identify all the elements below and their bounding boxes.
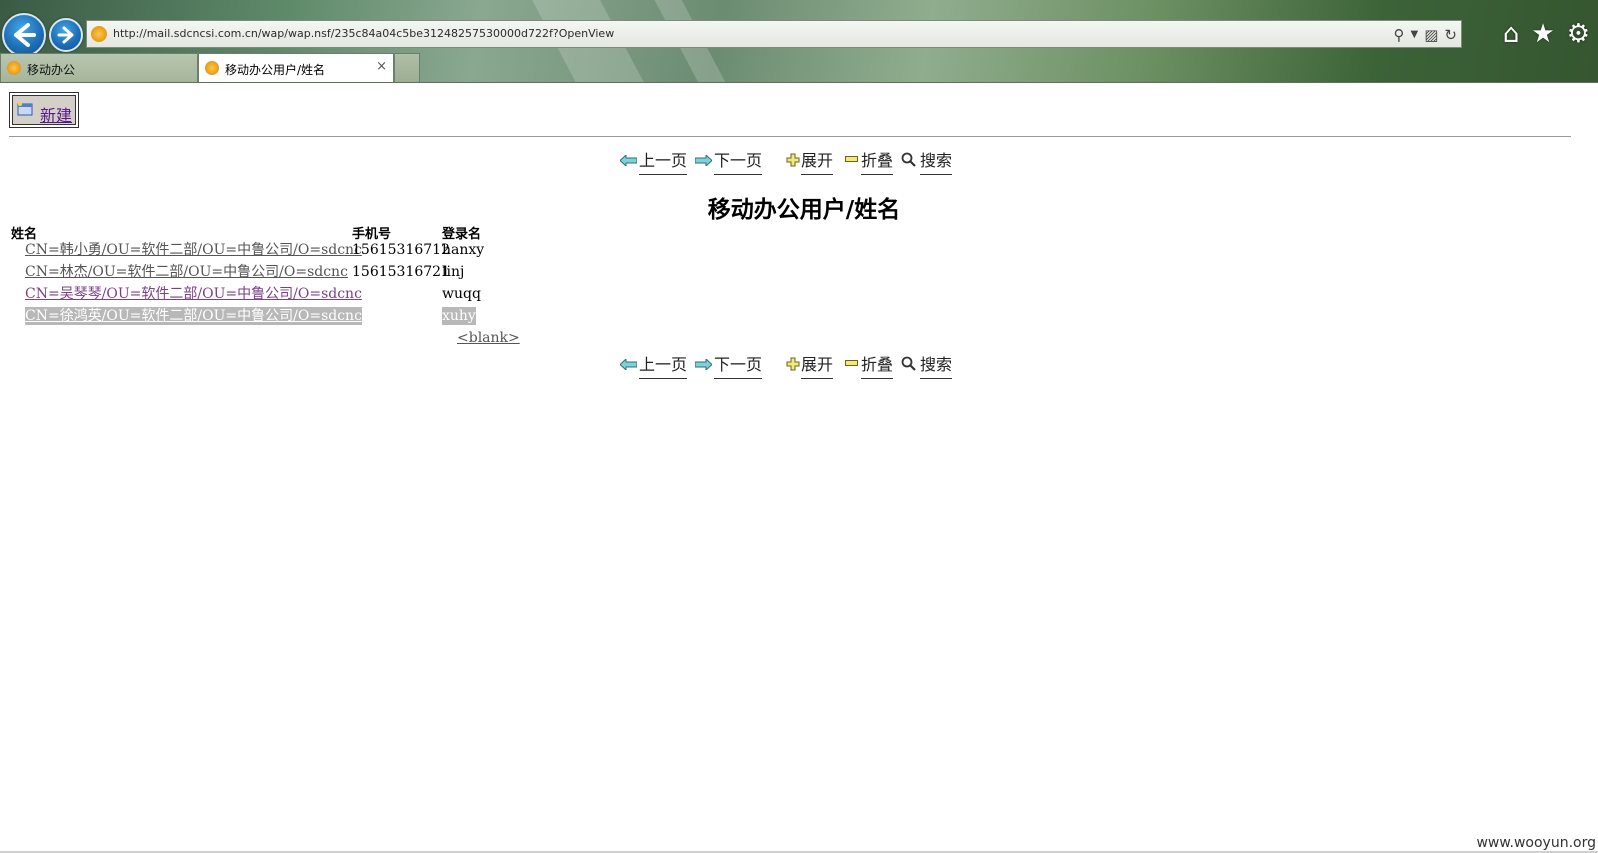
home-icon[interactable]: ⌂ (1503, 20, 1520, 48)
tab-label: 移动办公用户/姓名 (225, 63, 326, 77)
browser-chrome: http://mail.sdcncsi.com.cn/wap/wap.nsf/2… (0, 0, 1598, 83)
user-name-link[interactable]: CN=徐鸿英/OU=软件二部/OU=中鲁公司/O=sdcnc (25, 307, 362, 325)
new-button-label: 新建 (40, 106, 73, 125)
browser-right-icons: ⌂ ★ ⚙ (1503, 20, 1590, 48)
address-url[interactable]: http://mail.sdcncsi.com.cn/wap/wap.nsf/2… (113, 27, 614, 40)
column-header-login: 登录名 (442, 227, 482, 242)
new-button-frame: 新建 (9, 92, 79, 128)
divider (9, 136, 1571, 137)
collapse-label: 折叠 (861, 351, 894, 379)
user-name-link[interactable]: CN=韩小勇/OU=软件二部/OU=中鲁公司/O=sdcnc (25, 241, 362, 259)
arrow-left-icon (620, 155, 637, 166)
user-login: xuhy (442, 307, 476, 325)
user-login: hanxy (442, 242, 485, 258)
plus-icon (786, 153, 800, 167)
watermark: www.wooyun.org (1476, 835, 1596, 851)
blank-row-link[interactable]: <blank> (457, 329, 520, 347)
plus-icon (786, 357, 800, 371)
next-page-label: 下一页 (714, 351, 763, 379)
close-tab-icon[interactable]: × (376, 59, 387, 74)
next-page-label: 下一页 (714, 147, 763, 175)
collapse-label: 折叠 (861, 147, 894, 175)
back-icon (14, 23, 36, 47)
settings-icon[interactable]: ⚙ (1567, 20, 1590, 48)
new-tab-button[interactable] (394, 53, 420, 82)
prev-page-label: 上一页 (639, 351, 688, 379)
magnifier-icon (901, 152, 916, 167)
forward-icon (57, 26, 74, 44)
expand-label: 展开 (801, 351, 834, 379)
favorites-icon[interactable]: ★ (1531, 20, 1554, 48)
expand-label: 展开 (801, 147, 834, 175)
tab-mobile-office[interactable]: 移动办公 (0, 53, 198, 82)
back-button[interactable] (2, 13, 46, 57)
chrome-divider (0, 82, 1598, 83)
user-login: linj (442, 264, 465, 280)
user-phone: 15615316712 (352, 242, 450, 258)
search-icon[interactable]: ⚲ (1394, 24, 1405, 46)
tab-users-by-name[interactable]: 移动办公用户/姓名 × (198, 53, 394, 83)
arrow-right-icon (695, 155, 712, 166)
arrow-right-icon (695, 359, 712, 370)
address-tools: ⚲ ▼ ▨ ↻ (1394, 24, 1457, 46)
tab-strip: 移动办公 移动办公用户/姓名 × (0, 53, 1598, 83)
column-header-name: 姓名 (11, 227, 38, 242)
search-label: 搜索 (920, 147, 953, 175)
user-login: wuqq (442, 286, 481, 302)
user-name-link[interactable]: CN=林杰/OU=软件二部/OU=中鲁公司/O=sdcnc (25, 263, 348, 281)
forward-button[interactable] (49, 18, 83, 52)
arrow-left-icon (620, 359, 637, 370)
search-label: 搜索 (920, 351, 953, 379)
new-document-icon (17, 102, 33, 116)
tab-favicon-icon (7, 61, 21, 75)
action-bar-top: 上一页 下一页 展开 折叠 搜索 (620, 147, 960, 177)
compat-icon[interactable]: ▨ (1424, 24, 1438, 46)
view-title: 移动办公用户/姓名 (707, 196, 901, 223)
minus-icon (845, 156, 858, 162)
address-bar[interactable]: http://mail.sdcncsi.com.cn/wap/wap.nsf/2… (86, 20, 1462, 48)
prev-page-label: 上一页 (639, 147, 688, 175)
page-icon (91, 26, 107, 42)
magnifier-icon (901, 356, 916, 371)
tab-favicon-icon (205, 61, 219, 75)
minus-icon (845, 360, 858, 366)
action-bar-bottom: 上一页 下一页 展开 折叠 搜索 (620, 351, 960, 381)
user-name-link[interactable]: CN=吴琴琴/OU=软件二部/OU=中鲁公司/O=sdcnc (25, 285, 362, 303)
new-button[interactable]: 新建 (12, 95, 76, 125)
dropdown-icon[interactable]: ▼ (1411, 24, 1419, 46)
user-phone: 15615316721 (352, 264, 450, 280)
tab-label: 移动办公 (27, 63, 76, 77)
column-header-phone: 手机号 (352, 227, 392, 242)
refresh-icon[interactable]: ↻ (1444, 24, 1457, 46)
